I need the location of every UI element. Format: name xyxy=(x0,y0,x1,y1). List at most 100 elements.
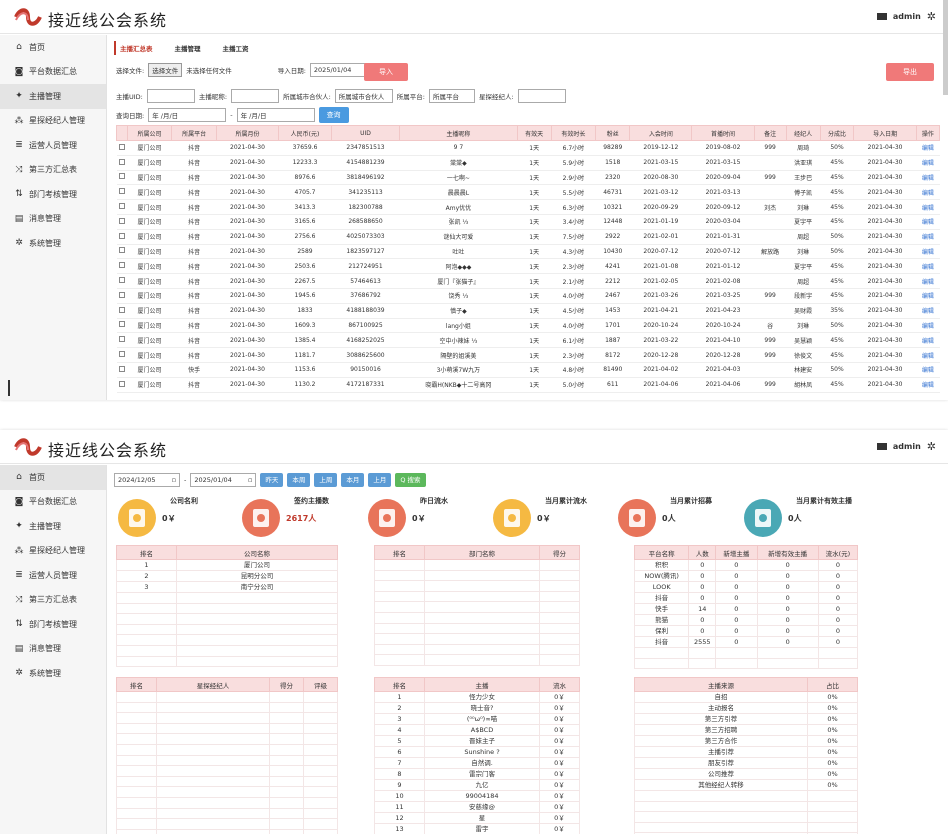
sidebar-item-4[interactable]: ≣ 运营人员管理 xyxy=(0,563,106,588)
edit-link[interactable]: 编辑 xyxy=(916,347,940,363)
tab-0[interactable]: 主播汇总表 xyxy=(114,41,153,55)
column-header[interactable]: 有效天 xyxy=(516,125,552,141)
row-checkbox[interactable] xyxy=(118,143,125,150)
edit-link[interactable]: 编辑 xyxy=(916,170,940,186)
row-checkbox[interactable] xyxy=(118,365,125,372)
edit-link[interactable]: 编辑 xyxy=(916,288,940,304)
row-checkbox-cell[interactable] xyxy=(116,288,128,304)
row-checkbox-cell[interactable] xyxy=(116,155,128,171)
sidebar-item-2[interactable]: ✦ 主播管理 xyxy=(0,84,106,109)
column-header[interactable]: 所属平台 xyxy=(171,125,217,141)
row-checkbox-cell[interactable] xyxy=(116,332,128,349)
row-checkbox-cell[interactable] xyxy=(116,303,128,319)
mail-icon[interactable] xyxy=(876,13,887,20)
row-checkbox-cell[interactable] xyxy=(116,362,128,378)
user-name[interactable]: admin xyxy=(893,442,921,451)
scrollbar[interactable] xyxy=(943,0,948,95)
row-checkbox[interactable] xyxy=(118,306,125,313)
user-name[interactable]: admin xyxy=(893,12,921,21)
sidebar-item-1[interactable]: ◙ 平台数据汇总 xyxy=(0,60,106,85)
sidebar-item-3[interactable]: ⁂ 星探经纪人管理 xyxy=(0,109,106,134)
query-button[interactable]: 查询 xyxy=(318,107,349,123)
row-checkbox[interactable] xyxy=(118,351,125,358)
row-checkbox[interactable] xyxy=(118,217,125,224)
row-checkbox-cell[interactable] xyxy=(116,229,128,245)
row-checkbox[interactable] xyxy=(118,158,125,165)
column-header[interactable]: 导入日期 xyxy=(853,125,917,141)
sidebar-item-8[interactable]: ✲ 系统管理 xyxy=(0,661,106,686)
edit-link[interactable]: 编辑 xyxy=(916,273,940,289)
column-header[interactable]: 操作 xyxy=(915,125,941,141)
edit-link[interactable]: 编辑 xyxy=(916,377,940,393)
sidebar-item-6[interactable]: ⇅ 部门考核管理 xyxy=(0,612,106,637)
row-checkbox-cell[interactable] xyxy=(116,140,128,156)
row-checkbox[interactable] xyxy=(118,232,125,239)
row-checkbox-cell[interactable] xyxy=(116,244,128,260)
sidebar-item-0[interactable]: ⌂ 首页 xyxy=(0,35,106,60)
edit-link[interactable]: 编辑 xyxy=(916,244,940,260)
export-button[interactable]: 导出 xyxy=(886,63,934,81)
edit-link[interactable]: 编辑 xyxy=(916,258,940,275)
search-button[interactable]: Q 搜索 xyxy=(395,473,426,487)
edit-link[interactable]: 编辑 xyxy=(916,184,940,201)
yesterday-button[interactable]: 昨天 xyxy=(260,473,284,487)
mail-icon[interactable] xyxy=(876,443,887,450)
sidebar-item-6[interactable]: ⇅ 部门考核管理 xyxy=(0,182,106,207)
partner-select[interactable]: 所属城市合伙人 xyxy=(334,89,393,103)
edit-link[interactable]: 编辑 xyxy=(916,229,940,245)
row-checkbox[interactable] xyxy=(118,262,125,269)
name-input[interactable] xyxy=(231,89,280,103)
row-checkbox-cell[interactable] xyxy=(116,214,128,230)
edit-link[interactable]: 编辑 xyxy=(916,140,940,156)
gear-icon[interactable]: ✲ xyxy=(927,440,936,453)
sidebar-item-7[interactable]: ▤ 消息管理 xyxy=(0,637,106,662)
column-header[interactable]: 所属公司 xyxy=(126,125,173,141)
column-header[interactable]: 主播昵称 xyxy=(399,125,518,141)
edit-link[interactable]: 编辑 xyxy=(916,303,940,319)
import-date-input[interactable]: 2025/01/04 xyxy=(309,63,366,77)
sidebar-item-8[interactable]: ✲ 系统管理 xyxy=(0,231,106,256)
edit-link[interactable]: 编辑 xyxy=(916,199,940,215)
column-header[interactable]: 有效时长 xyxy=(550,125,597,141)
tab-1[interactable]: 主播管理 xyxy=(175,41,201,55)
row-checkbox-cell[interactable] xyxy=(116,377,128,393)
this-week-button[interactable]: 本周 xyxy=(287,473,311,487)
sidebar-item-7[interactable]: ▤ 消息管理 xyxy=(0,207,106,232)
last-month-button[interactable]: 上月 xyxy=(368,473,392,487)
row-checkbox-cell[interactable] xyxy=(116,199,128,215)
row-checkbox[interactable] xyxy=(118,247,125,254)
row-checkbox-cell[interactable] xyxy=(116,318,128,334)
edit-link[interactable]: 编辑 xyxy=(916,214,940,230)
row-checkbox[interactable] xyxy=(118,291,125,298)
agent-input[interactable] xyxy=(517,89,566,103)
this-month-button[interactable]: 本月 xyxy=(341,473,365,487)
row-checkbox[interactable] xyxy=(118,277,125,284)
row-checkbox[interactable] xyxy=(118,188,125,195)
sidebar-item-2[interactable]: ✦ 主播管理 xyxy=(0,514,106,539)
row-checkbox-cell[interactable] xyxy=(116,184,128,201)
row-checkbox[interactable] xyxy=(118,336,125,343)
uid-input[interactable] xyxy=(146,89,195,103)
edit-link[interactable]: 编辑 xyxy=(916,318,940,334)
sidebar-item-5[interactable]: ⤨ 第三方汇总表 xyxy=(0,588,106,613)
row-checkbox[interactable] xyxy=(118,380,125,387)
row-checkbox-cell[interactable] xyxy=(116,347,128,363)
row-checkbox[interactable] xyxy=(118,203,125,210)
tab-2[interactable]: 主播工资 xyxy=(223,41,249,55)
query-date-from[interactable]: 年 /月/日 xyxy=(148,108,227,122)
gear-icon[interactable]: ✲ xyxy=(927,10,936,23)
row-checkbox[interactable] xyxy=(118,321,125,328)
sidebar-item-1[interactable]: ◙ 平台数据汇总 xyxy=(0,490,106,515)
column-header[interactable]: 分成比 xyxy=(819,125,855,141)
column-header[interactable]: 人民币(元) xyxy=(278,125,332,141)
choose-file-button[interactable]: 选择文件 xyxy=(148,63,183,77)
sidebar-item-3[interactable]: ⁂ 星探经纪人管理 xyxy=(0,539,106,564)
date-to-input[interactable]: 2025/01/04 ▫ xyxy=(190,473,257,487)
date-from-input[interactable]: 2024/12/05 ▫ xyxy=(114,473,180,487)
column-header[interactable]: UID xyxy=(330,125,401,141)
sidebar-item-0[interactable]: ⌂ 首页 xyxy=(0,465,106,490)
column-header[interactable]: 入会时间 xyxy=(629,125,693,141)
row-checkbox[interactable] xyxy=(118,173,125,180)
edit-link[interactable]: 编辑 xyxy=(916,362,940,378)
column-header[interactable]: 备注 xyxy=(753,125,787,141)
